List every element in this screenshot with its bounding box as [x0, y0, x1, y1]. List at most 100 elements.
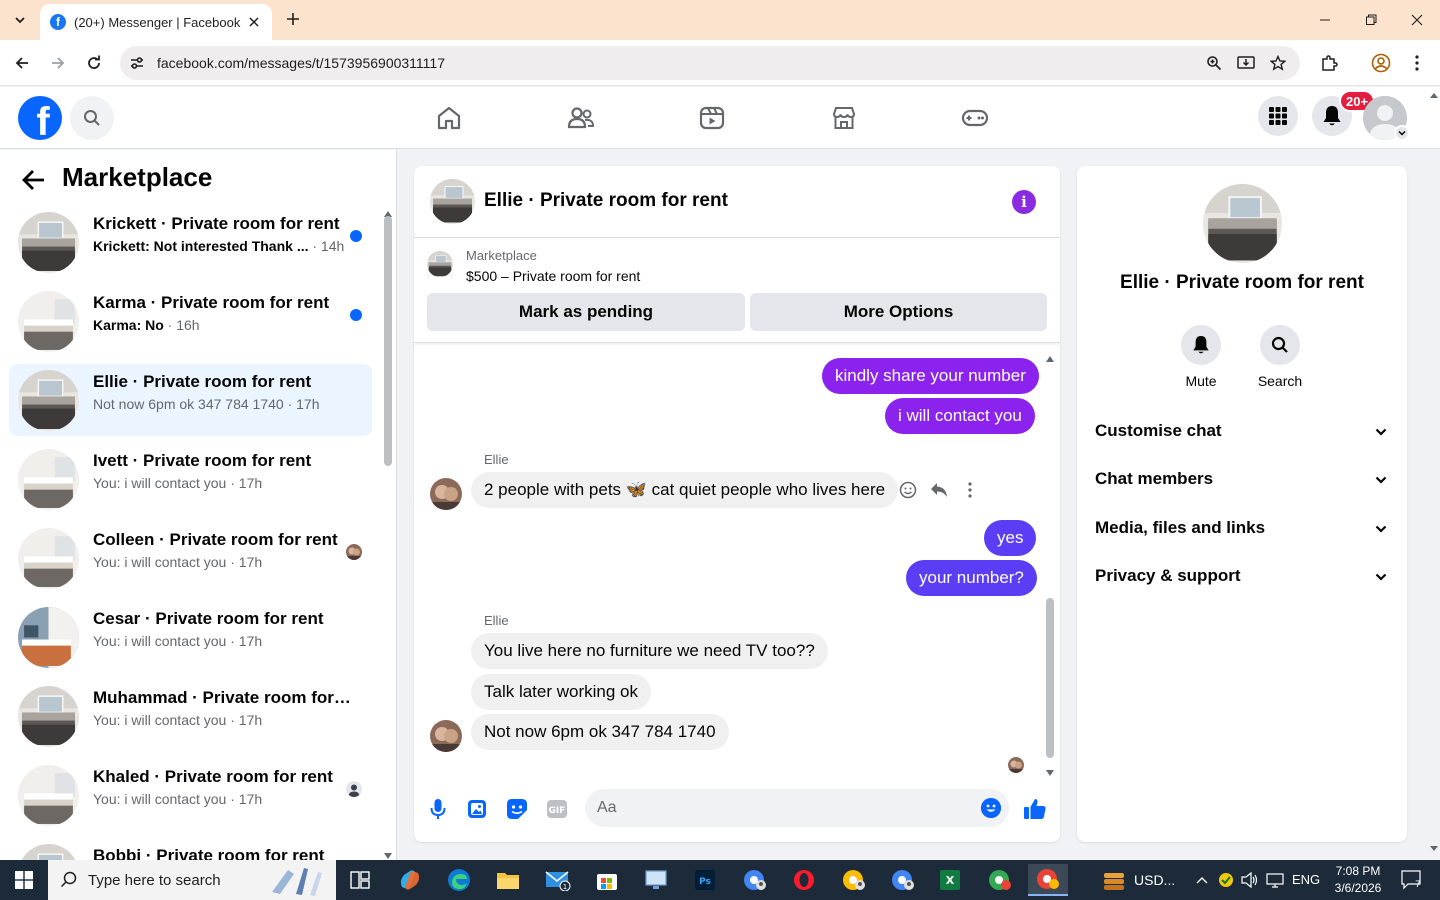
forward-arrow-icon[interactable] [46, 51, 70, 75]
page-scrollbar[interactable] [1428, 90, 1440, 860]
outgoing-message[interactable]: your number? [906, 560, 1037, 596]
incoming-message[interactable]: Not now 6pm ok 347 784 1740 [471, 714, 729, 750]
weather-widget-icon[interactable] [1094, 864, 1134, 896]
customise-chat-section[interactable]: Customise chat [1085, 410, 1399, 454]
more-actions-kebab-icon[interactable] [958, 478, 982, 502]
facebook-search-button[interactable] [70, 96, 114, 140]
video-nav-icon[interactable] [697, 103, 727, 133]
browser-menu-kebab-icon[interactable] [1406, 52, 1428, 74]
gif-icon[interactable]: GIF [545, 797, 569, 821]
chat-avatar-large[interactable] [1203, 184, 1282, 263]
address-bar[interactable]: facebook.com/messages/t/1573956900311117 [120, 46, 1300, 80]
back-arrow-icon[interactable] [20, 166, 48, 194]
opera-icon[interactable] [784, 864, 824, 896]
photoshop-icon[interactable]: Ps [685, 864, 725, 896]
sticker-icon[interactable] [505, 797, 529, 821]
excel-icon[interactable]: X [930, 864, 970, 896]
more-options-button[interactable]: More Options [750, 293, 1047, 331]
close-tab-icon[interactable] [246, 14, 262, 30]
close-window-icon[interactable] [1394, 0, 1440, 40]
install-app-icon[interactable] [1236, 53, 1256, 73]
reload-icon[interactable] [82, 51, 106, 75]
task-view-icon[interactable] [340, 864, 380, 896]
reply-arrow-icon[interactable] [927, 478, 951, 502]
extensions-puzzle-icon[interactable] [1318, 52, 1340, 74]
windows-start-icon[interactable] [0, 860, 48, 900]
edge-browser-icon[interactable] [439, 864, 479, 896]
taskbar-search-box[interactable]: Type here to search [48, 860, 336, 900]
minimize-window-icon[interactable] [1302, 0, 1348, 40]
conversation-list-scrollbar[interactable] [384, 216, 392, 466]
chrome-profile-icon[interactable] [980, 864, 1020, 896]
conversation-item[interactable]: Bobbi · Private room for rent [9, 838, 372, 860]
listing-thumbnail[interactable] [427, 251, 453, 277]
back-arrow-icon[interactable] [10, 51, 34, 75]
microphone-icon[interactable] [426, 797, 450, 821]
sender-avatar[interactable] [430, 720, 462, 752]
scroll-down-arrow-icon[interactable] [1046, 763, 1054, 776]
outgoing-message[interactable]: i will contact you [885, 398, 1035, 434]
show-hidden-icons-chevron-icon[interactable] [1188, 864, 1216, 896]
message-input[interactable] [597, 789, 967, 827]
home-nav-icon[interactable] [434, 103, 464, 133]
outgoing-message[interactable]: yes [984, 520, 1037, 556]
outgoing-message[interactable]: kindly share your number [822, 358, 1039, 394]
media-files-links-section[interactable]: Media, files and links [1085, 507, 1399, 551]
input-language[interactable]: ENG [1292, 872, 1320, 887]
search-in-conversation-button[interactable]: Search [1250, 325, 1310, 389]
gaming-nav-icon[interactable] [960, 103, 990, 133]
react-emoji-icon[interactable] [896, 478, 920, 502]
conversation-item[interactable]: Cesar · Private room for rent You: i wil… [9, 601, 372, 673]
ticker-text[interactable]: USD... [1134, 872, 1175, 888]
sender-avatar[interactable] [430, 478, 462, 510]
incoming-message[interactable]: Talk later working ok [471, 674, 652, 710]
security-shield-icon[interactable] [1214, 864, 1238, 896]
chat-avatar[interactable] [430, 179, 475, 224]
thumbs-up-icon[interactable] [1023, 797, 1047, 821]
scroll-up-arrow-icon[interactable] [384, 204, 392, 217]
listing-title[interactable]: $500 – Private room for rent [466, 268, 640, 284]
network-icon[interactable] [1262, 864, 1288, 896]
menu-grid-button[interactable] [1258, 96, 1298, 136]
chat-scrollbar[interactable] [1046, 598, 1054, 758]
site-settings-icon[interactable] [128, 54, 146, 72]
mark-as-pending-button[interactable]: Mark as pending [427, 293, 745, 331]
chrome-profile-icon[interactable] [735, 864, 775, 896]
chrome-active-icon[interactable] [1028, 864, 1068, 896]
mail-icon[interactable]: 1 [538, 864, 578, 896]
scroll-down-arrow-icon[interactable] [384, 846, 392, 859]
chrome-profile-icon[interactable] [834, 864, 874, 896]
browser-tab-messenger[interactable]: f (20+) Messenger | Facebook [40, 4, 272, 40]
mute-button[interactable]: Mute [1171, 325, 1231, 389]
marketplace-nav-icon[interactable] [829, 103, 859, 133]
message-composer[interactable] [585, 789, 1009, 827]
copilot-icon[interactable] [390, 864, 430, 896]
chat-title[interactable]: Ellie · Private room for rent [484, 190, 728, 212]
photo-icon[interactable] [465, 797, 489, 821]
emoji-icon[interactable] [981, 798, 1001, 818]
incoming-message[interactable]: 2 people with pets 🦋 cat quiet people wh… [471, 472, 899, 508]
conversation-item-active[interactable]: Ellie · Private room for rent Not now 6p… [9, 364, 372, 436]
conversation-item[interactable]: Krickett · Private room for rent Kricket… [9, 206, 372, 278]
conversation-item[interactable]: Karma · Private room for rent Karma: No … [9, 285, 372, 357]
remote-desktop-icon[interactable] [636, 864, 676, 896]
account-chevron-down-icon[interactable] [1394, 125, 1410, 141]
new-tab-plus-icon[interactable] [282, 8, 304, 30]
bookmark-star-icon[interactable] [1268, 53, 1288, 73]
chat-members-section[interactable]: Chat members [1085, 458, 1399, 502]
conversation-item[interactable]: Ivett · Private room for rent You: i wil… [9, 443, 372, 515]
microsoft-store-icon[interactable] [587, 864, 627, 896]
tab-search-chevron-icon[interactable] [8, 8, 32, 32]
conversation-item[interactable]: Khaled · Private room for rent You: i wi… [9, 759, 372, 831]
maximize-window-icon[interactable] [1348, 0, 1394, 40]
friends-nav-icon[interactable] [566, 103, 596, 133]
info-icon[interactable]: i [1012, 190, 1036, 214]
conversation-item[interactable]: Muhammad · Private room for r... You: i … [9, 680, 372, 752]
zoom-icon[interactable] [1204, 53, 1224, 73]
chrome-profile-icon[interactable] [883, 864, 923, 896]
volume-icon[interactable] [1238, 864, 1262, 896]
scroll-up-arrow-icon[interactable] [1046, 349, 1054, 362]
profile-icon[interactable] [1370, 52, 1392, 74]
conversation-item[interactable]: Colleen · Private room for rent You: i w… [9, 522, 372, 594]
privacy-support-section[interactable]: Privacy & support [1085, 555, 1399, 599]
